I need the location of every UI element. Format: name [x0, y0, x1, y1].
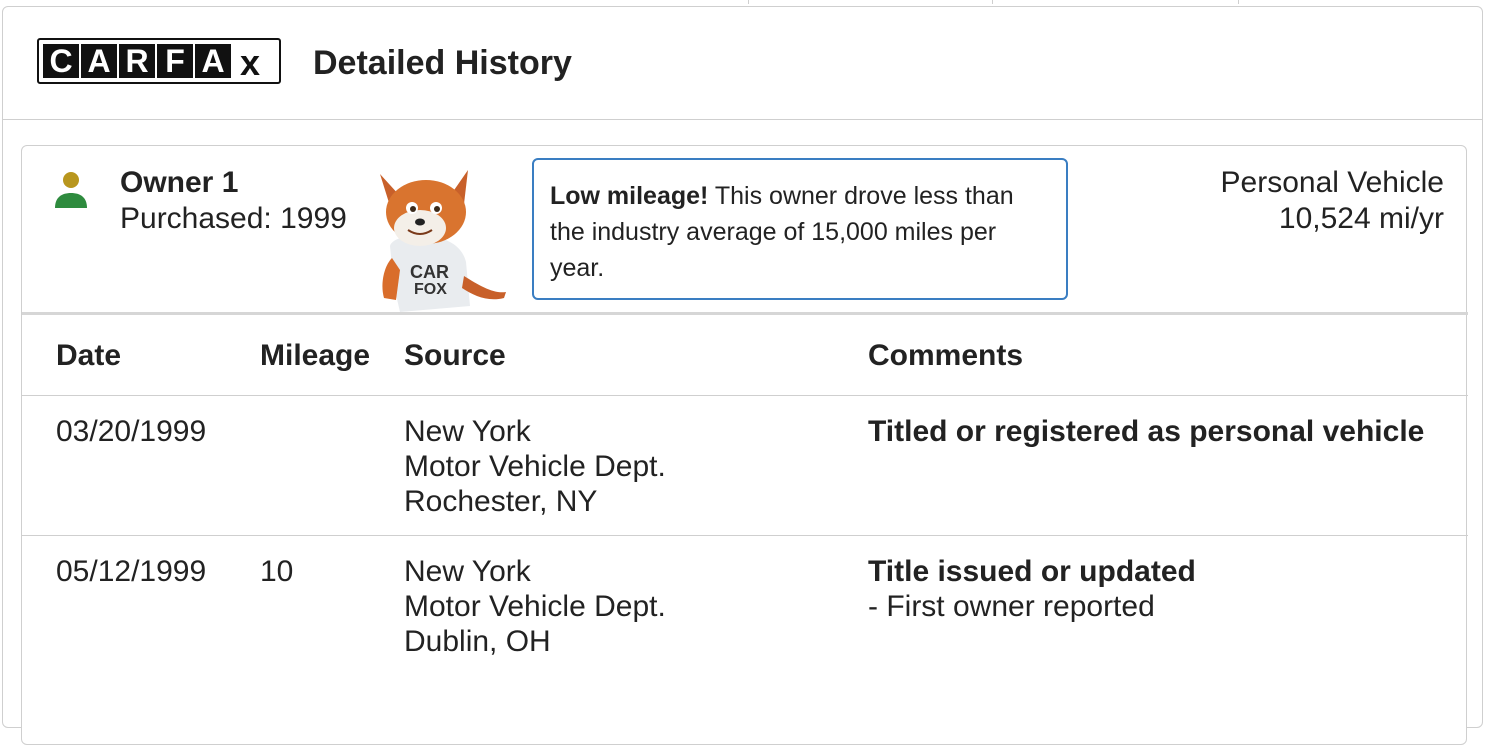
history-table: Date Mileage Source Comments 03/20/1999 … [22, 312, 1468, 686]
history-card: C A R F A x Detailed History Owner 1 Pur… [2, 6, 1483, 745]
owner-card: Owner 1 Purchased: 1999 CAR FOX Low mile… [21, 145, 1468, 745]
source-line: New York [404, 415, 531, 448]
owner-summary: Owner 1 Purchased: 1999 CAR FOX Low mile… [22, 146, 1468, 312]
comment-detail: - First owner reported [868, 590, 1155, 623]
source-line: Motor Vehicle Dept. [404, 590, 666, 623]
source-line: New York [404, 555, 531, 588]
logo-letter: C [43, 43, 79, 79]
section-header: C A R F A x Detailed History [3, 7, 1482, 120]
column-header-mileage: Mileage [260, 339, 371, 372]
source-line: Dublin, OH [404, 625, 551, 658]
column-header-source: Source [404, 339, 506, 372]
logo-letter: R [119, 43, 155, 79]
row-mileage: 10 [260, 555, 294, 588]
table-row: 05/12/1999 10 New York Motor Vehicle Dep… [22, 536, 1468, 686]
table-header-row: Date Mileage Source Comments [22, 315, 1468, 396]
logo-letter: A [81, 43, 117, 79]
row-source: New York Motor Vehicle Dept. Dublin, OH [404, 554, 666, 659]
fox-mascot-icon: CAR FOX [380, 170, 506, 312]
logo-letter: A [195, 43, 231, 79]
miles-per-year: 10,524 mi/yr [1278, 202, 1444, 235]
column-header-date: Date [56, 339, 122, 372]
column-header-comments: Comments [868, 339, 1024, 372]
source-line: Motor Vehicle Dept. [404, 450, 666, 483]
row-comments: Title issued or updated - First owner re… [868, 554, 1196, 624]
mascot-shirt-line: FOX [414, 281, 447, 298]
mascot-shirt-line: CAR [410, 262, 449, 282]
carfax-logo: C A R F A x [37, 38, 281, 84]
tab-divider [1238, 0, 1239, 4]
comment-title: Title issued or updated [868, 555, 1196, 588]
row-source: New York Motor Vehicle Dept. Rochester, … [404, 414, 666, 519]
table-row: 03/20/1999 New York Motor Vehicle Dept. … [22, 396, 1468, 536]
source-line: Rochester, NY [404, 485, 598, 518]
logo-letter: F [157, 43, 193, 79]
vehicle-type: Personal Vehicle [1220, 166, 1444, 199]
low-mileage-callout: Low mileage! This owner drove less than … [532, 158, 1068, 300]
comment-title: Titled or registered as personal vehicle [868, 415, 1425, 448]
row-comments: Titled or registered as personal vehicle [868, 414, 1424, 449]
page-title: Detailed History [313, 44, 572, 82]
person-icon [55, 172, 87, 208]
logo-tail: x [239, 42, 261, 83]
owner-purchased: Purchased: 1999 [120, 202, 347, 235]
tab-divider [748, 0, 749, 4]
callout-highlight: Low mileage! [550, 182, 709, 210]
row-date: 05/12/1999 [56, 555, 207, 588]
owner-name: Owner 1 [120, 166, 239, 199]
row-date: 03/20/1999 [56, 415, 207, 448]
tab-divider [992, 0, 993, 4]
